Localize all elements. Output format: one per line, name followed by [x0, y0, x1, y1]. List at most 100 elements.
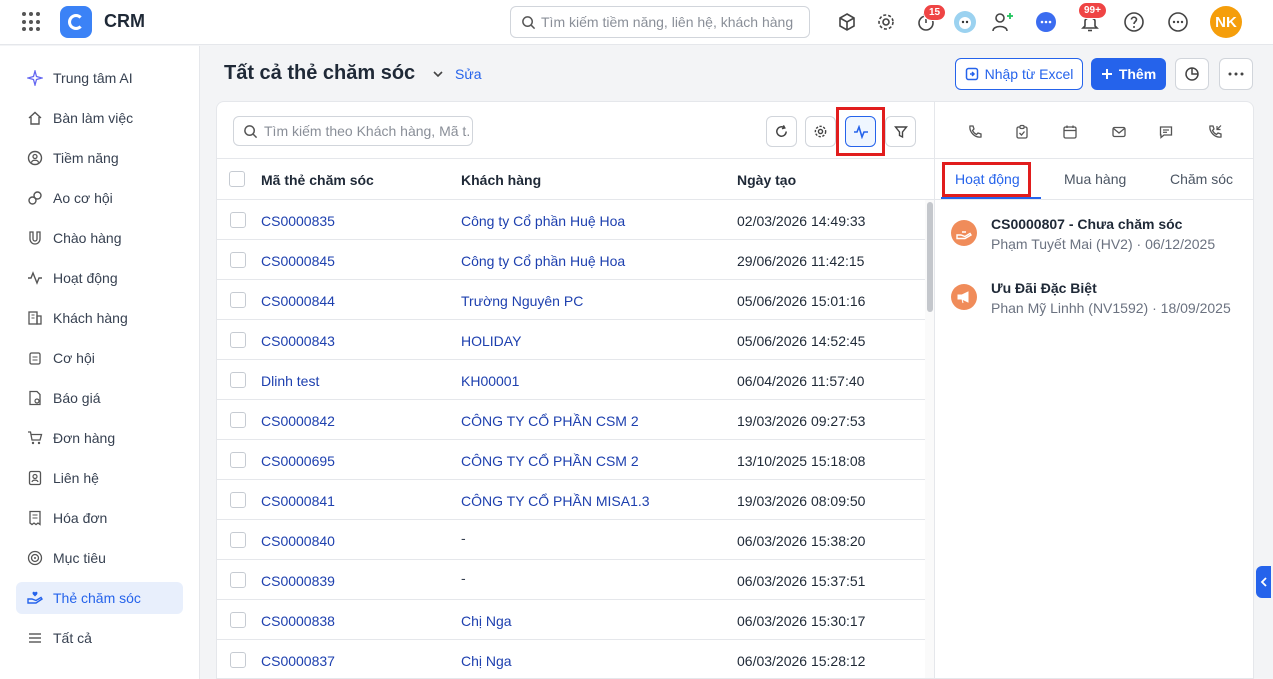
- edit-view-link[interactable]: Sửa: [455, 66, 482, 82]
- customer-link[interactable]: Chị Nga: [461, 613, 512, 629]
- table-row[interactable]: CS0000844 Trường Nguyên PC 05/06/2026 15:0…: [217, 280, 925, 320]
- more-icon[interactable]: [1166, 10, 1190, 34]
- table-row[interactable]: CS0000842 CÔNG TY CỔ PHẦN CSM 2 19/03/2026…: [217, 400, 925, 440]
- global-search-input[interactable]: [541, 12, 801, 32]
- sidebar-item[interactable]: Cơ hội: [16, 342, 183, 374]
- list-search[interactable]: [233, 116, 473, 146]
- customer-link[interactable]: Trường Nguyên PC: [461, 293, 583, 309]
- row-checkbox[interactable]: [230, 212, 246, 228]
- care-card-code-link[interactable]: CS0000842: [261, 413, 335, 429]
- activity-item[interactable]: Ưu Đãi Đặc Biệt Phan Mỹ Linhh (NV1592) ·…: [949, 278, 1249, 318]
- row-checkbox[interactable]: [230, 412, 246, 428]
- sidebar-item[interactable]: Mục tiêu: [16, 542, 183, 574]
- import-excel-button[interactable]: Nhập từ Excel: [955, 58, 1083, 90]
- customer-link[interactable]: Công ty Cổ phần Huệ Hoa: [461, 213, 625, 229]
- sidebar-item[interactable]: Báo giá: [16, 382, 183, 414]
- task-icon[interactable]: [1012, 122, 1032, 142]
- care-card-code-link[interactable]: CS0000835: [261, 213, 335, 229]
- tab-purchases[interactable]: Mua hàng: [1064, 171, 1126, 187]
- row-checkbox[interactable]: [230, 532, 246, 548]
- column-header-customer[interactable]: Khách hàng: [461, 172, 541, 188]
- row-checkbox[interactable]: [230, 372, 246, 388]
- customer-link[interactable]: Chị Nga: [461, 653, 512, 669]
- care-card-code-link[interactable]: CS0000844: [261, 293, 335, 309]
- sidebar-item[interactable]: Bàn làm việc: [16, 102, 183, 134]
- chat-icon[interactable]: [1034, 10, 1058, 34]
- care-card-code-link[interactable]: CS0000841: [261, 493, 335, 509]
- chevron-down-icon[interactable]: [431, 67, 445, 81]
- user-avatar[interactable]: NK: [1210, 6, 1242, 38]
- panel-collapse-button[interactable]: [1256, 566, 1271, 598]
- refresh-button[interactable]: [766, 116, 797, 147]
- care-card-code-link[interactable]: CS0000837: [261, 653, 335, 669]
- settings-button[interactable]: [805, 116, 836, 147]
- row-checkbox[interactable]: [230, 292, 246, 308]
- column-header-code[interactable]: Mã thẻ chăm sóc: [261, 172, 374, 188]
- customer-link[interactable]: HOLIDAY: [461, 333, 521, 349]
- add-button[interactable]: Thêm: [1091, 58, 1166, 90]
- help-icon[interactable]: [1122, 10, 1146, 34]
- table-row[interactable]: CS0000837 Chị Nga 06/03/2026 15:28:12: [217, 640, 925, 678]
- cube-icon[interactable]: [835, 10, 859, 34]
- list-search-input[interactable]: [264, 122, 469, 140]
- global-search[interactable]: [510, 6, 810, 38]
- sidebar-item[interactable]: Hoạt động: [16, 262, 183, 294]
- care-card-code-link[interactable]: CS0000838: [261, 613, 335, 629]
- customer-link[interactable]: CÔNG TY CỔ PHẦN CSM 2: [461, 453, 639, 469]
- care-card-code-link[interactable]: CS0000695: [261, 453, 335, 469]
- sidebar-item[interactable]: Ao cơ hội: [16, 182, 183, 214]
- phone-icon[interactable]: [965, 122, 985, 142]
- note-icon[interactable]: [1156, 122, 1176, 142]
- tab-care[interactable]: Chăm sóc: [1170, 171, 1233, 187]
- row-checkbox[interactable]: [230, 492, 246, 508]
- customer-link[interactable]: CÔNG TY CỔ PHẦN CSM 2: [461, 413, 639, 429]
- activity-item[interactable]: CS0000807 - Chưa chăm sóc Phạm Tuyết Mai…: [949, 214, 1249, 254]
- care-card-code-link[interactable]: CS0000843: [261, 333, 335, 349]
- sidebar-item[interactable]: Thẻ chăm sóc: [16, 582, 183, 614]
- mascot-icon[interactable]: [953, 10, 977, 34]
- table-row[interactable]: Dlinh test KH00001 06/04/2026 11:57:40: [217, 360, 925, 400]
- care-card-code-link[interactable]: CS0000845: [261, 253, 335, 269]
- table-row[interactable]: CS0000845 Công ty Cổ phần Huệ Hoa 29/06/20…: [217, 240, 925, 280]
- row-checkbox[interactable]: [230, 252, 246, 268]
- table-row[interactable]: CS0000841 CÔNG TY CỔ PHẦN MISA1.3 19/03/20…: [217, 480, 925, 520]
- sidebar-item[interactable]: Khách hàng: [16, 302, 183, 334]
- calendar-icon[interactable]: [1060, 122, 1080, 142]
- table-row[interactable]: CS0000843 HOLIDAY 05/06/2026 14:52:45: [217, 320, 925, 360]
- sidebar-item[interactable]: Trung tâm AI: [16, 62, 183, 94]
- column-header-created[interactable]: Ngày tạo: [737, 172, 796, 188]
- chart-view-button[interactable]: [1175, 58, 1209, 90]
- customer-link[interactable]: Công ty Cổ phần Huệ Hoa: [461, 253, 625, 269]
- row-checkbox[interactable]: [230, 652, 246, 668]
- sidebar-item[interactable]: Liên hệ: [16, 462, 183, 494]
- table-row[interactable]: CS0000839 - 06/03/2026 15:37:51: [217, 560, 925, 600]
- table-row[interactable]: CS0000695 CÔNG TY CỔ PHẦN CSM 2 13/10/2025…: [217, 440, 925, 480]
- tab-activity[interactable]: Hoạt động: [955, 171, 1020, 187]
- sidebar-item[interactable]: Hóa đơn: [16, 502, 183, 534]
- row-checkbox[interactable]: [230, 572, 246, 588]
- sidebar-item[interactable]: Tất cả: [16, 622, 183, 654]
- call-log-icon[interactable]: [1205, 122, 1225, 142]
- more-options-button[interactable]: [1219, 58, 1253, 90]
- activity-toggle-button[interactable]: [845, 116, 876, 147]
- select-all-checkbox[interactable]: [229, 171, 245, 187]
- email-icon[interactable]: [1109, 122, 1129, 142]
- care-card-code-link[interactable]: Dlinh test: [261, 373, 319, 389]
- row-checkbox[interactable]: [230, 612, 246, 628]
- customer-link[interactable]: CÔNG TY CỔ PHẦN MISA1.3: [461, 493, 650, 509]
- table-row[interactable]: CS0000835 Công ty Cổ phần Huệ Hoa 02/03/20…: [217, 200, 925, 240]
- sidebar-item[interactable]: Chào hàng: [16, 222, 183, 254]
- filter-button[interactable]: [885, 116, 916, 147]
- table-row[interactable]: CS0000840 - 06/03/2026 15:38:20: [217, 520, 925, 560]
- row-checkbox[interactable]: [230, 332, 246, 348]
- row-checkbox[interactable]: [230, 452, 246, 468]
- app-grid-icon[interactable]: [22, 12, 42, 32]
- sidebar-item[interactable]: Đơn hàng: [16, 422, 183, 454]
- care-card-code-link[interactable]: CS0000840: [261, 533, 335, 549]
- table-row[interactable]: CS0000838 Chị Nga 06/03/2026 15:30:17: [217, 600, 925, 640]
- customer-link[interactable]: KH00001: [461, 373, 519, 389]
- scrollbar-thumb[interactable]: [927, 202, 933, 312]
- gear-icon[interactable]: [874, 10, 898, 34]
- sidebar-item[interactable]: Tiềm năng: [16, 142, 183, 174]
- add-user-icon[interactable]: [990, 10, 1014, 34]
